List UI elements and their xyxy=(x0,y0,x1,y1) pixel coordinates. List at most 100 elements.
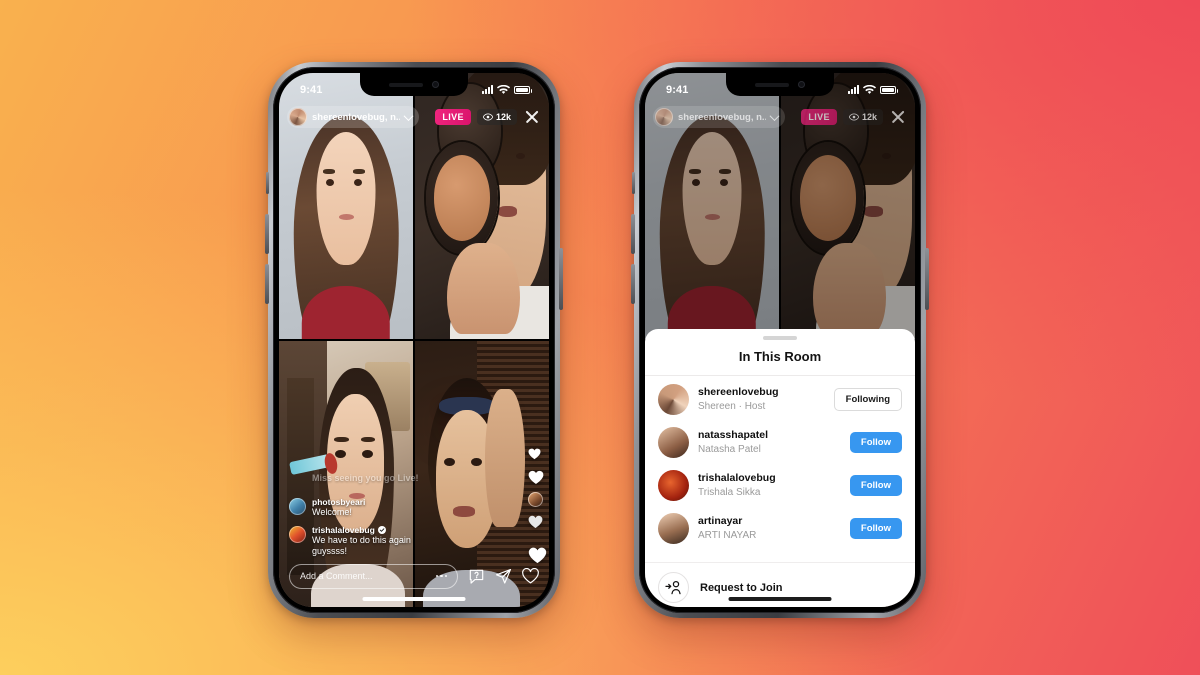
add-person-icon xyxy=(658,572,689,603)
chevron-down-icon[interactable] xyxy=(769,110,780,121)
host-handle: shereenlovebug, n... xyxy=(312,111,400,123)
viewer-count-badge[interactable]: 12k xyxy=(842,109,883,125)
reaction-avatar xyxy=(528,492,543,507)
comment-input[interactable]: Add a Comment... xyxy=(289,563,458,589)
power-button-left[interactable] xyxy=(559,248,563,310)
avatar[interactable] xyxy=(658,470,689,501)
volume-down-left[interactable] xyxy=(265,264,269,304)
earpiece-speaker xyxy=(755,82,789,87)
cellular-signal-icon xyxy=(482,85,493,94)
floating-reactions xyxy=(528,448,547,564)
send-icon[interactable] xyxy=(495,568,512,585)
comment-username[interactable]: photosbyeari xyxy=(312,497,365,507)
avatar[interactable] xyxy=(658,427,689,458)
status-indicators xyxy=(848,84,898,95)
live-badge: LIVE xyxy=(801,109,837,125)
close-icon[interactable] xyxy=(889,108,907,126)
eye-icon xyxy=(848,112,859,122)
chevron-down-icon[interactable] xyxy=(403,110,414,121)
sheet-title: In This Room xyxy=(645,340,915,376)
question-sticker-icon[interactable] xyxy=(468,568,485,585)
viewer-count-badge[interactable]: 12k xyxy=(476,109,517,125)
live-header-right: shereenlovebug, n... LIVE 12k xyxy=(645,104,915,130)
person-handle[interactable]: trishalalovebug xyxy=(698,472,841,485)
volume-up-left[interactable] xyxy=(265,214,269,254)
host-avatar xyxy=(655,108,673,126)
comment-item: Miss seeing you go Live! xyxy=(289,473,439,491)
live-comments-list: Miss seeing you go Live! photosbyeari We… xyxy=(289,473,439,557)
phone-left: 9:41 shereenlovebug, n... LIVE 12k Miss … xyxy=(265,62,563,618)
home-indicator-left[interactable] xyxy=(362,597,466,601)
person-name: ARTI NAYAR xyxy=(698,529,757,541)
heart-icon xyxy=(528,470,544,484)
avatar[interactable] xyxy=(658,513,689,544)
comment-item: photosbyeari Welcome! xyxy=(289,497,439,518)
volume-down-right[interactable] xyxy=(631,264,635,304)
status-time: 9:41 xyxy=(666,83,689,96)
cellular-signal-icon xyxy=(848,85,859,94)
follow-button[interactable]: Follow xyxy=(849,475,902,496)
person-handle[interactable]: artinayar xyxy=(698,515,841,528)
comment-item: trishalalovebug We have to do this again… xyxy=(289,525,439,558)
following-button[interactable]: Following xyxy=(833,388,902,411)
comment-avatar[interactable] xyxy=(289,498,306,516)
volume-up-right[interactable] xyxy=(631,214,635,254)
screenshot-stage: 9:41 shereenlovebug, n... LIVE 12k Miss … xyxy=(0,0,1200,675)
list-item[interactable]: artinayar ARTI NAYAR Follow xyxy=(645,507,915,550)
live-badge: LIVE xyxy=(435,109,471,125)
eye-icon xyxy=(482,112,493,122)
person-handle[interactable]: shereenlovebug xyxy=(698,386,825,399)
comment-avatar[interactable] xyxy=(289,525,306,543)
status-time: 9:41 xyxy=(300,83,323,96)
in-this-room-sheet: In This Room shereenlovebug Shereen · Ho… xyxy=(645,329,915,607)
battery-icon xyxy=(880,85,898,94)
mute-switch-left[interactable] xyxy=(266,172,269,194)
people-list: shereenlovebug Shereen · Host Following … xyxy=(645,376,915,562)
phone-screen-left: 9:41 shereenlovebug, n... LIVE 12k Miss … xyxy=(279,73,549,607)
status-indicators xyxy=(482,84,532,95)
ellipsis-icon[interactable] xyxy=(435,574,447,578)
comment-text: We have to do this again guyssss! xyxy=(312,534,411,556)
host-handle: shereenlovebug, n... xyxy=(678,111,766,123)
comment-text: Miss seeing you go Live! xyxy=(312,473,419,484)
verified-badge-icon xyxy=(377,525,386,534)
person-handle[interactable]: natasshapatel xyxy=(698,429,841,442)
comment-username[interactable]: trishalalovebug xyxy=(312,525,375,535)
front-camera-icon xyxy=(432,81,439,88)
viewer-count: 12k xyxy=(495,112,511,122)
mute-switch-right[interactable] xyxy=(632,172,635,194)
heart-icon xyxy=(528,515,543,529)
request-to-join-label: Request to Join xyxy=(700,581,783,594)
comment-text: Welcome! xyxy=(312,507,352,518)
wifi-icon xyxy=(863,84,876,94)
notch-left xyxy=(360,73,468,96)
home-indicator-right[interactable] xyxy=(728,597,832,601)
host-pill[interactable]: shereenlovebug, n... xyxy=(287,106,419,128)
host-avatar xyxy=(289,108,307,126)
front-camera-icon xyxy=(798,81,805,88)
wifi-icon xyxy=(497,84,510,94)
close-icon[interactable] xyxy=(523,108,541,126)
person-name: Natasha Patel xyxy=(698,443,761,455)
follow-button[interactable]: Follow xyxy=(849,432,902,453)
phone-right: 9:41 shereenlovebug, n... LIVE 12k In Th… xyxy=(631,62,929,618)
follow-button[interactable]: Follow xyxy=(849,518,902,539)
person-name: Shereen · Host xyxy=(698,400,766,412)
live-header-left: shereenlovebug, n... LIVE 12k xyxy=(279,104,549,130)
phone-screen-right: 9:41 shereenlovebug, n... LIVE 12k In Th… xyxy=(645,73,915,607)
heart-icon xyxy=(528,448,543,462)
battery-icon xyxy=(514,85,532,94)
list-item[interactable]: shereenlovebug Shereen · Host Following xyxy=(645,378,915,421)
comment-username-row: trishalalovebug xyxy=(312,525,439,535)
list-item[interactable]: trishalalovebug Trishala Sikka Follow xyxy=(645,464,915,507)
comment-placeholder: Add a Comment... xyxy=(300,571,373,581)
host-pill[interactable]: shereenlovebug, n... xyxy=(653,106,785,128)
person-name: Trishala Sikka xyxy=(698,486,761,498)
notch-right xyxy=(726,73,834,96)
earpiece-speaker xyxy=(389,82,423,87)
heart-icon[interactable] xyxy=(522,567,539,585)
avatar[interactable] xyxy=(658,384,689,415)
list-item[interactable]: natasshapatel Natasha Patel Follow xyxy=(645,421,915,464)
comment-bar: Add a Comment... xyxy=(279,559,549,593)
power-button-right[interactable] xyxy=(925,248,929,310)
